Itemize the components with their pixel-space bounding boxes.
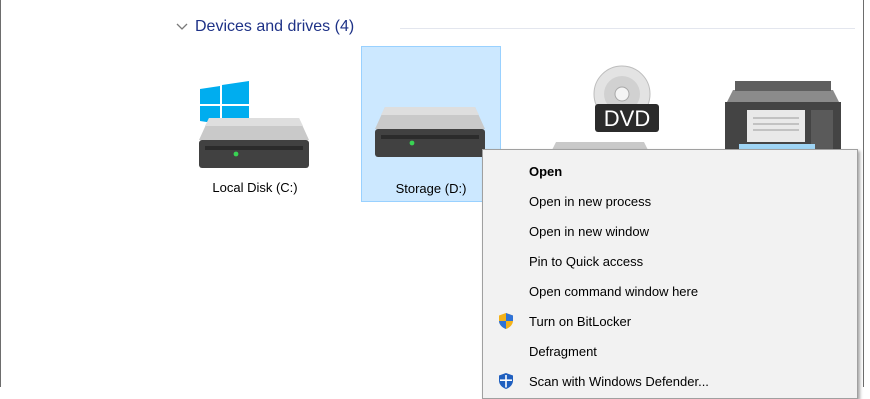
menu-item-label: Pin to Quick access: [529, 253, 644, 269]
drive-local-disk-c[interactable]: Local Disk (C:): [185, 46, 325, 202]
menu-item-label: Open in new window: [529, 223, 649, 239]
hard-drive-icon: [375, 107, 485, 157]
uac-shield-icon: [499, 313, 513, 329]
menu-item-open-command-window[interactable]: Open command window here: [483, 276, 857, 306]
context-menu: Open Open in new process Open in new win…: [482, 149, 858, 399]
drive-label: Storage (D:): [395, 181, 467, 196]
windows-drive-icon: [199, 81, 309, 168]
menu-item-label: Turn on BitLocker: [529, 313, 632, 329]
drive-storage-d[interactable]: Storage (D:): [361, 46, 501, 202]
menu-item-open[interactable]: Open: [483, 156, 857, 186]
menu-item-scan-windows-defender[interactable]: Scan with Windows Defender...: [483, 366, 857, 396]
menu-item-pin-quick-access[interactable]: Pin to Quick access: [483, 246, 857, 276]
drive-label: Local Disk (C:): [212, 180, 298, 195]
menu-item-open-new-process[interactable]: Open in new process: [483, 186, 857, 216]
windows-defender-icon: [499, 373, 513, 389]
menu-item-label: Open: [529, 163, 563, 179]
menu-item-label: Defragment: [529, 343, 597, 359]
menu-item-label: Open in new process: [529, 193, 652, 209]
chevron-down-icon[interactable]: [175, 20, 189, 34]
group-title: Devices and drives (4): [195, 18, 355, 35]
menu-item-label: Scan with Windows Defender...: [529, 373, 709, 389]
menu-item-turn-on-bitlocker[interactable]: Turn on BitLocker: [483, 306, 857, 336]
devices-group-header[interactable]: Devices and drives (4): [175, 16, 354, 38]
menu-item-open-new-window[interactable]: Open in new window: [483, 216, 857, 246]
group-divider: [400, 28, 855, 29]
svg-text:DVD: DVD: [604, 106, 650, 131]
menu-item-label: Open command window here: [529, 283, 699, 299]
menu-item-defragment[interactable]: Defragment: [483, 336, 857, 366]
